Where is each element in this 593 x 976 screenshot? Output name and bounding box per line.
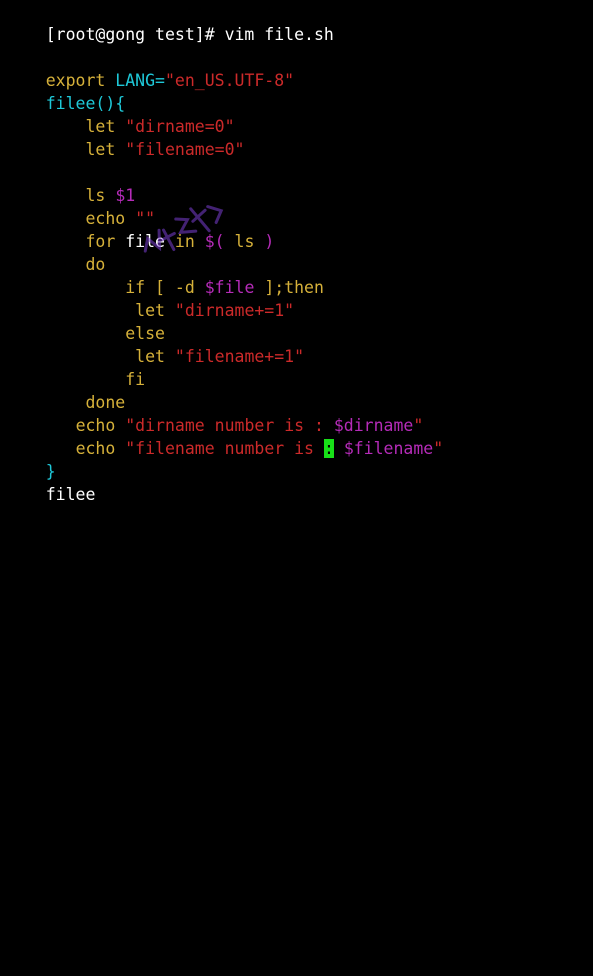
keyword: let (85, 140, 116, 159)
code-text: ls (224, 232, 265, 251)
code-line: filee (6, 460, 96, 504)
terminal-window[interactable]: [root@gong test]# vim file.sh export LAN… (0, 0, 593, 504)
code-line: } (6, 437, 56, 481)
string-literal: "filename number is (125, 439, 324, 458)
shell-prompt: [root@gong test]# (45, 25, 225, 44)
code-line: let "dirname+=1" (6, 276, 294, 320)
string-literal: "filename=0" (125, 140, 245, 159)
prompt-line: [root@gong test]# vim file.sh (6, 0, 334, 44)
subshell-open: $( (204, 232, 225, 251)
code-line: ls $1 (6, 161, 136, 205)
code-line: do (6, 230, 106, 274)
keyword: echo (75, 439, 116, 458)
code-line: echo "dirname number is : $dirname" (6, 391, 424, 435)
shell-command: vim file.sh (224, 25, 334, 44)
code-line: filee(){ (6, 69, 125, 113)
string-literal: "dirname+=1" (174, 301, 295, 320)
variable: $filename (343, 439, 434, 458)
subshell-close: ) (264, 232, 275, 251)
code-line: done (6, 368, 126, 412)
keyword: in (174, 232, 195, 251)
code-line: else (6, 299, 165, 343)
string-literal: "filename+=1" (174, 347, 305, 366)
code-text: file (115, 232, 175, 251)
code-line: echo "filename number is : $filename" (6, 414, 443, 458)
keyword: fi (125, 370, 146, 389)
code-line: let "filename+=1" (6, 322, 304, 366)
code-line: if [ -d $file ];then (6, 253, 324, 297)
code-line: echo "" (6, 184, 156, 228)
code-line: let "dirname=0" (6, 92, 235, 136)
code-line: let "filename=0" (6, 115, 245, 159)
string-literal: "en_US.UTF-8" (164, 71, 295, 90)
code-line: fi (6, 345, 145, 389)
code-line: export LANG="en_US.UTF-8" (6, 46, 294, 90)
text-cursor: : (323, 439, 334, 458)
code-line: for file in $( ls ) (6, 207, 275, 251)
string-literal: " (433, 439, 444, 458)
